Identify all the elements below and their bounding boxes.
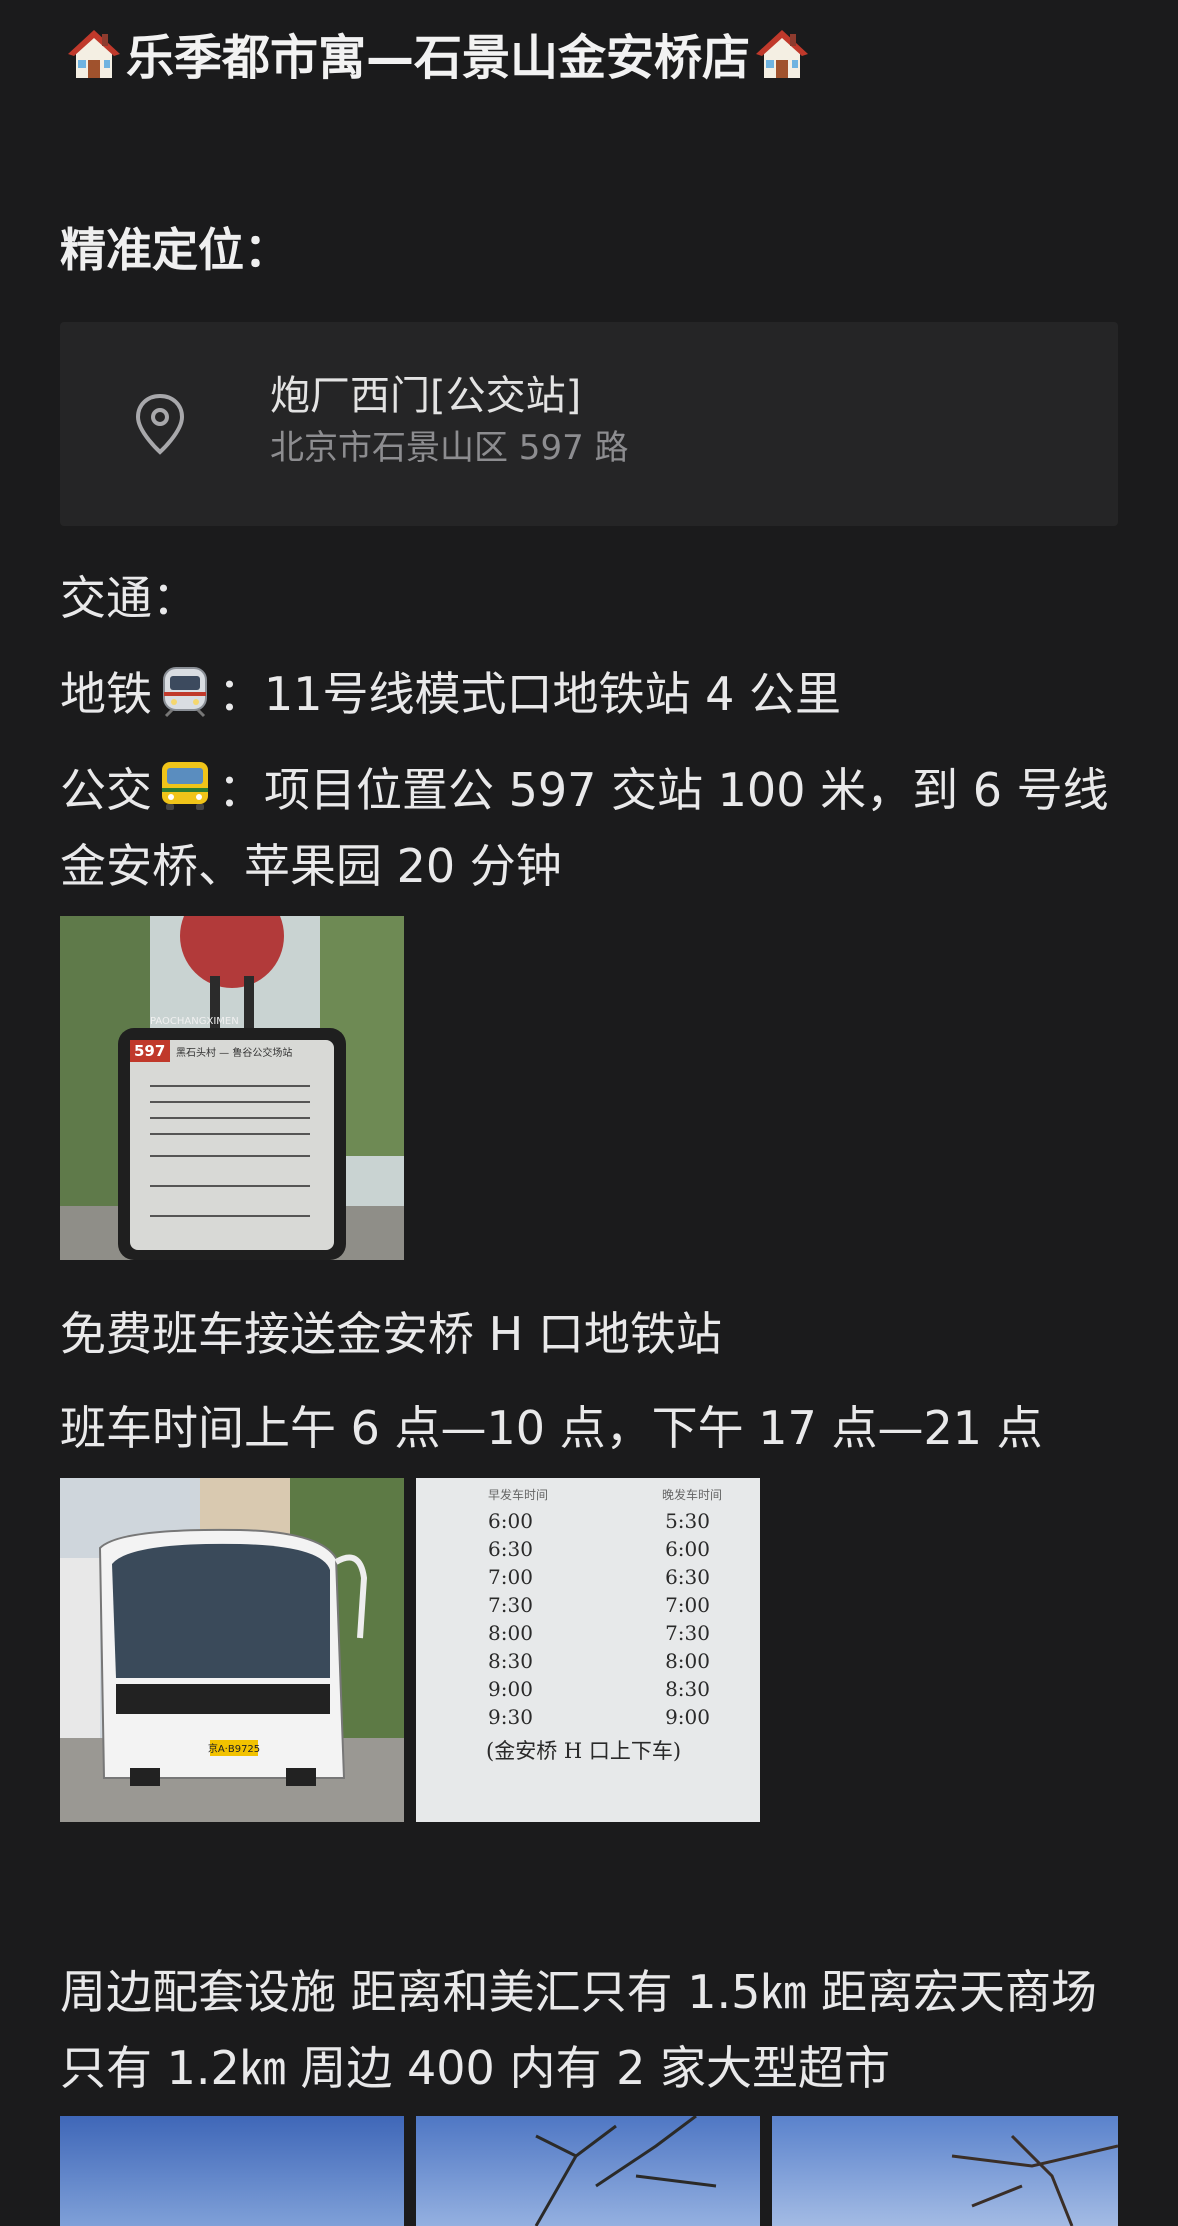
title-text: 乐季都市寓—石景山金安桥店 <box>126 30 751 86</box>
timetable-col-left: 早发车时间 <box>488 1488 549 1502</box>
shuttle-line: 免费班车接送金安桥 H 口地铁站 <box>60 1307 722 1361</box>
surroundings-photo-2[interactable] <box>416 2116 760 2226</box>
timetable-row: 6:30 6:00 <box>488 1537 710 1561</box>
timetable-row: 8:00 7:30 <box>488 1621 710 1645</box>
location-pin-icon <box>135 393 185 455</box>
timetable-note: (金安桥 H 口上下车) <box>486 1739 682 1763</box>
tree-illustration <box>416 2116 760 2226</box>
metro-emoji-icon <box>163 667 207 718</box>
timetable-row: 8:30 8:00 <box>488 1649 710 1673</box>
transport-heading: 交通： <box>60 571 198 625</box>
branches-illustration <box>772 2116 1118 2226</box>
house-emoji-icon <box>68 30 120 78</box>
bus-text: ：项目位置公 597 交站 100 米，到 6 号线金安桥、苹果园 20 分钟 <box>60 763 1109 893</box>
shuttle-bus-photo[interactable]: 京A·B9725 <box>60 1478 404 1822</box>
timetable-header: 早发车时间 晚发车时间 <box>446 1486 746 1507</box>
timetable-col-right: 晚发车时间 <box>661 1488 722 1502</box>
bus-stop-photo[interactable]: PAOCHANGXIMEN 597 黑石头村 — 鲁谷公交场站 <box>60 916 404 1260</box>
timetable-row: 7:30 7:00 <box>488 1593 710 1617</box>
location-address: 北京市石景山区 597 路 <box>270 428 629 468</box>
subway-text: ：11号线模式口地铁站 4 公里 <box>218 667 842 721</box>
timetable-row: 7:00 6:30 <box>488 1565 710 1589</box>
timetable: 早发车时间 晚发车时间 6:00 5:30 6:30 6:00 7:00 6:30 7… <box>446 1486 746 1765</box>
timetable-row: 9:00 8:30 <box>488 1677 710 1701</box>
bus-emoji-icon <box>162 762 208 810</box>
post-title: 乐季都市寓—石景山金安桥店 <box>62 26 814 90</box>
location-place-name: 炮厂西门[公交站] <box>270 373 582 419</box>
bus-label: 公交 <box>60 763 152 817</box>
bus-stop-board-title: 黑石头村 — 鲁谷公交场站 <box>176 1046 292 1059</box>
shuttle-plate: 京A·B9725 <box>208 1742 260 1755</box>
bus-stop-header: PAOCHANGXIMEN <box>150 1016 239 1027</box>
house-emoji-icon <box>756 30 809 78</box>
sky-illustration <box>60 2116 404 2226</box>
shuttle-bus-illustration: 京A·B9725 <box>60 1478 404 1822</box>
timetable-photo[interactable]: 早发车时间 晚发车时间 6:00 5:30 6:30 6:00 7:00 6:30 7… <box>416 1478 760 1822</box>
timetable-row: 9:30 9:00 <box>488 1705 710 1729</box>
timetable-row: 6:00 5:30 <box>488 1509 710 1533</box>
shuttle-time-line: 班车时间上午 6 点—10 点，下午 17 点—21 点 <box>60 1401 1043 1455</box>
surroundings-photo-3[interactable] <box>772 2116 1118 2226</box>
subway-label: 地铁 <box>60 667 152 721</box>
bus-stop-illustration: PAOCHANGXIMEN 597 黑石头村 — 鲁谷公交场站 <box>60 916 404 1260</box>
location-heading: 精准定位： <box>60 223 290 277</box>
location-card[interactable]: 炮厂西门[公交站] 北京市石景山区 597 路 <box>60 322 1118 526</box>
surroundings-photo-1[interactable] <box>60 2116 404 2226</box>
subway-line: 地铁 ：11号线模式口地铁站 4 公里 <box>60 656 1120 732</box>
bus-route-number: 597 <box>134 1042 165 1060</box>
post-page: 乐季都市寓—石景山金安桥店 精准定位： 炮厂西门[公交站] 北京市石景山区 59… <box>0 0 1178 2226</box>
surroundings-text: 周边配套设施 距离和美汇只有 1.5㎞ 距离宏天商场只有 1.2㎞ 周边 400… <box>60 1965 1098 2095</box>
bus-line: 公交 ：项目位置公 597 交站 100 米，到 6 号线金安桥、苹果园 20 … <box>60 752 1120 904</box>
